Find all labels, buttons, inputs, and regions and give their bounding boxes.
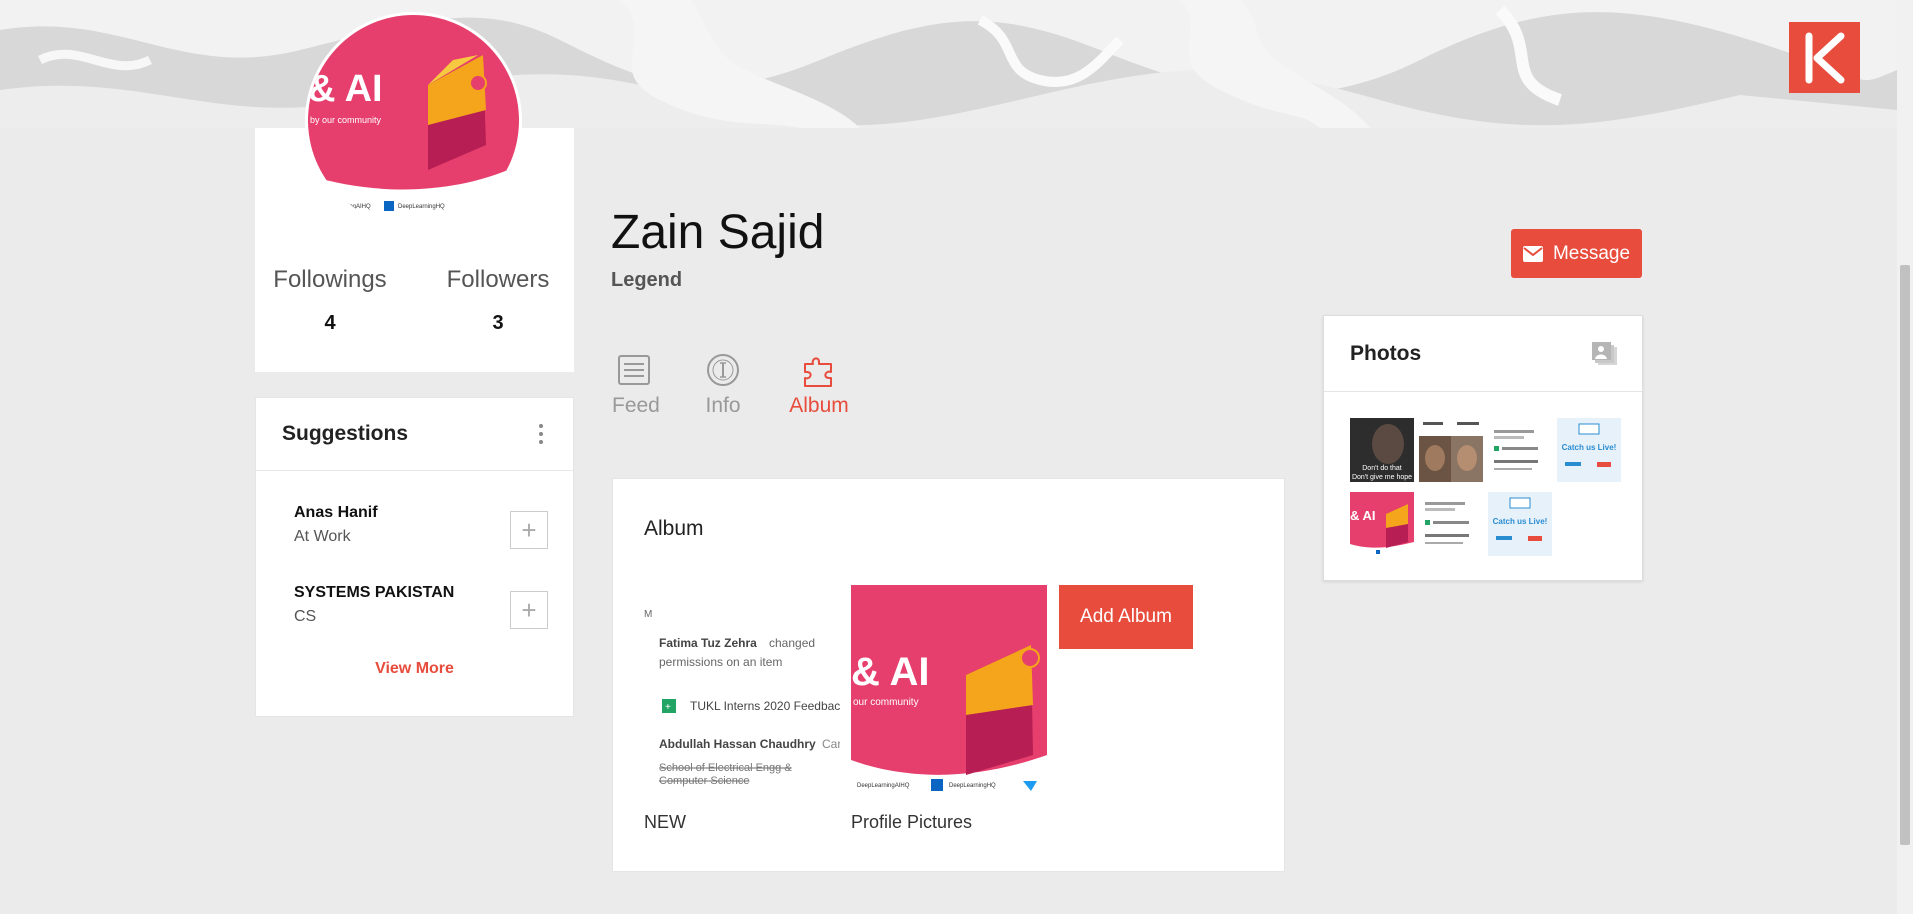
- svg-text:M: M: [644, 609, 652, 620]
- follow-plus-button[interactable]: +: [510, 511, 548, 549]
- photos-widget: Photos Don't do that Don't give me hope: [1323, 315, 1643, 581]
- message-label: Message: [1552, 242, 1631, 264]
- preview-strike1: School of Electrical Engg &: [659, 762, 792, 774]
- photo-thumbnail[interactable]: & AI: [1350, 492, 1414, 556]
- avatar-footer-left: ingAIHQ: [348, 204, 371, 210]
- profile-role: Legend: [611, 269, 683, 291]
- avatar-headline: & AI: [308, 68, 383, 110]
- suggestion-sub: At Work: [294, 528, 351, 545]
- suggestion-name[interactable]: Anas Hanif: [294, 504, 378, 522]
- profile-name: Zain Sajid: [611, 206, 825, 259]
- profile-cover-banner: [0, 0, 1897, 128]
- info-icon: [707, 354, 739, 386]
- tab-album[interactable]: Album: [788, 352, 850, 418]
- photo-thumbnail[interactable]: Catch us Live!: [1557, 418, 1621, 482]
- tab-info[interactable]: Info: [703, 352, 743, 418]
- tab-feed[interactable]: Feed: [612, 352, 660, 418]
- album-thumbnail-profile-pictures[interactable]: & AI our community DeepLearningAIHQ Deep…: [851, 585, 1047, 795]
- profile-thumb-sub: our community: [853, 697, 919, 708]
- album-thumbnail-new[interactable]: M Fatima Tuz Zehra changed permissions o…: [644, 585, 840, 795]
- suggestions-header: Suggestions: [256, 398, 573, 471]
- followers-count: 3: [492, 312, 504, 334]
- message-button[interactable]: Message: [1511, 229, 1642, 278]
- album-card: Album M Fatima Tuz Zehra changed permiss…: [612, 478, 1285, 872]
- suggestions-title: Suggestions: [282, 422, 409, 445]
- profile-thumb-headline: & AI: [851, 650, 930, 694]
- photo-thumbnail[interactable]: [1419, 492, 1483, 556]
- preview-doc: TUKL Interns 2020 Feedbac: [690, 699, 840, 713]
- preview-person-tail: Car: [822, 737, 840, 751]
- suggestion-item[interactable]: SYSTEMS PAKISTAN CS: [294, 584, 454, 626]
- photo-thumbnail[interactable]: [1488, 418, 1552, 482]
- album-name-profile-pictures[interactable]: Profile Pictures: [851, 812, 972, 833]
- photo-catch-text-2: Catch us Live!: [1493, 517, 1548, 526]
- followers-stat[interactable]: Followers 3: [423, 266, 573, 335]
- view-more-link[interactable]: View More: [256, 660, 573, 678]
- more-options-icon[interactable]: [535, 420, 547, 448]
- album-section-title: Album: [644, 517, 704, 540]
- followings-count: 4: [324, 312, 336, 334]
- profile-thumb-footer2: DeepLearningHQ: [949, 783, 996, 789]
- avatar-footer-right: DeepLearningHQ: [398, 204, 445, 210]
- preview-line2: permissions on an item: [659, 655, 782, 669]
- photo-caption-1: Don't do that: [1362, 465, 1402, 472]
- follow-plus-button[interactable]: +: [510, 591, 548, 629]
- preview-line1-rest: changed: [769, 636, 815, 650]
- preview-person: Abdullah Hassan Chaudhry: [659, 737, 816, 751]
- photo-caption-2: Don't give me hope: [1352, 474, 1412, 481]
- photo-catch-text-1: Catch us Live!: [1562, 443, 1617, 452]
- app-logo[interactable]: [1789, 22, 1860, 93]
- suggestion-item[interactable]: Anas Hanif At Work: [294, 504, 378, 546]
- tab-info-label: Info: [705, 394, 741, 417]
- followings-label: Followings: [273, 266, 387, 293]
- followings-stat[interactable]: Followings 4: [255, 266, 405, 335]
- profile-thumb-footer1: DeepLearningAIHQ: [857, 783, 910, 789]
- envelope-icon: [1522, 245, 1543, 262]
- photo-thumbnail[interactable]: [1419, 418, 1483, 482]
- scrollbar-thumb[interactable]: [1900, 265, 1910, 845]
- add-album-button[interactable]: Add Album: [1059, 585, 1193, 649]
- page-scrollbar[interactable]: [1897, 0, 1913, 914]
- suggestions-card: Suggestions Anas Hanif At Work + SYSTEMS…: [255, 397, 574, 717]
- avatar-sub: by our community: [310, 115, 382, 125]
- svg-text:+: +: [665, 702, 671, 713]
- photos-title: Photos: [1350, 341, 1422, 365]
- avatar[interactable]: & AI by our community ingAIHQ DeepLearni…: [305, 12, 522, 229]
- followers-label: Followers: [446, 266, 550, 293]
- photo-thumbnail[interactable]: Don't do that Don't give me hope: [1350, 418, 1414, 482]
- tab-feed-label: Feed: [612, 394, 660, 417]
- feed-icon: [618, 355, 650, 385]
- tab-album-label: Album: [789, 394, 849, 417]
- k-logo-icon: [1805, 32, 1844, 83]
- suggestion-name[interactable]: SYSTEMS PAKISTAN: [294, 584, 454, 602]
- svg-text:& AI: & AI: [1350, 508, 1376, 523]
- album-name-new[interactable]: NEW: [644, 812, 686, 833]
- suggestion-sub: CS: [294, 608, 317, 625]
- gallery-icon[interactable]: [1592, 341, 1618, 366]
- photos-header: Photos: [1324, 316, 1642, 392]
- photo-thumbnail[interactable]: Catch us Live!: [1488, 492, 1552, 556]
- preview-line1-name: Fatima Tuz Zehra: [659, 636, 757, 650]
- puzzle-icon: [804, 357, 832, 387]
- preview-strike2: Computer Science: [659, 775, 750, 787]
